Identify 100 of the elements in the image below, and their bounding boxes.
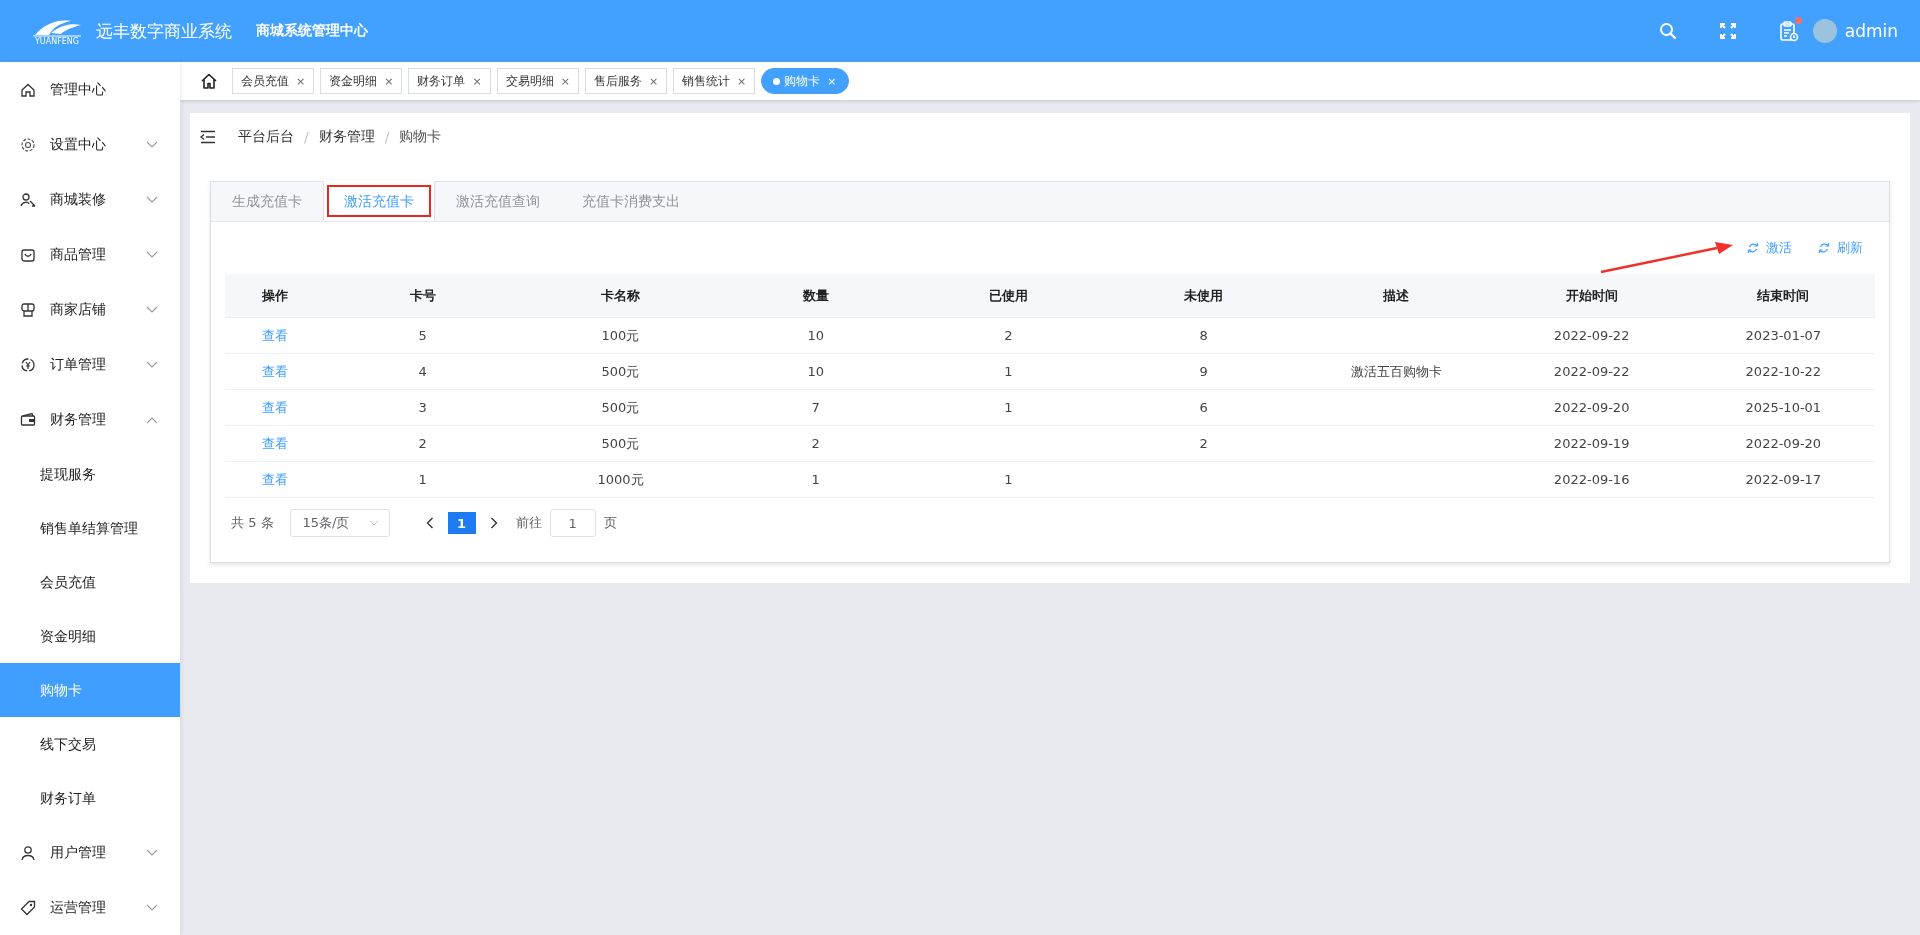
table-cell: 1 [1004, 400, 1013, 415]
table-cell: 1 [418, 472, 427, 487]
sidebar-subitem[interactable]: 会员充值 [0, 555, 180, 609]
sidebar-subitem[interactable]: 线下交易 [0, 717, 180, 771]
fullscreen-icon[interactable] [1718, 22, 1737, 40]
page-suffix: 页 [603, 514, 617, 532]
clipboard-icon[interactable] [1778, 20, 1799, 42]
refresh-icon [1747, 242, 1759, 254]
table-cell: 2022-09-20 [1553, 400, 1630, 415]
table-cell: 10 [807, 328, 824, 343]
page-tag[interactable]: 会员充值 × [232, 68, 315, 94]
page-tag[interactable]: 资金明细 × [320, 68, 403, 94]
close-icon[interactable]: × [648, 74, 659, 88]
previous-page-icon[interactable] [425, 517, 434, 529]
page-size-select[interactable]: 15条/页 [289, 509, 390, 537]
table-cell: 2022-09-17 [1745, 472, 1822, 487]
column-header: 数量 [801, 286, 830, 305]
app-title: 远丰数字商业系统 [96, 19, 232, 43]
table-cell: 2022-10-22 [1745, 364, 1822, 379]
breadcrumb-item: 购物卡 [399, 128, 442, 146]
menu-item-icon [20, 246, 36, 263]
total-count: 共 5 条 [231, 514, 274, 532]
table-cell: 10 [807, 364, 824, 379]
sidebar-item[interactable]: 订单管理 [0, 337, 180, 392]
table-cell: 9 [1199, 364, 1208, 379]
sidebar-item[interactable]: 用户管理 [0, 825, 180, 880]
column-header: 结束时间 [1756, 286, 1811, 305]
breadcrumb-separator: / [384, 129, 390, 145]
table-cell: 500元 [601, 435, 640, 451]
sidebar-subitem[interactable]: 销售单结算管理 [0, 501, 180, 555]
table-cell: 500元 [601, 399, 640, 415]
menu-item-icon [20, 301, 36, 318]
table-cell: 1 [1004, 472, 1013, 487]
breadcrumb-item[interactable]: 财务管理 [318, 128, 375, 146]
table-cell: 5 [418, 328, 427, 343]
app-subtitle: 商城系统管理中心 [256, 22, 368, 40]
sidebar-item[interactable]: 设置中心 [0, 117, 180, 172]
menu-item-icon [20, 844, 36, 861]
column-header: 描述 [1382, 286, 1411, 305]
table-cell: 激活五百购物卡 [1350, 363, 1442, 379]
menu-item-icon [20, 136, 36, 153]
sidebar-item[interactable]: 管理中心 [0, 62, 180, 117]
refresh-icon [1818, 242, 1830, 254]
menu-item-icon [20, 81, 36, 98]
table-cell: 2022-09-22 [1553, 364, 1630, 379]
sidebar-subitem[interactable]: 资金明细 [0, 609, 180, 663]
table-cell: 2 [418, 436, 427, 451]
table-cell: 8 [1199, 328, 1208, 343]
page-tag[interactable]: 售后服务 × [584, 68, 668, 94]
breadcrumb-item[interactable]: 平台后台 [238, 128, 294, 146]
page-tag[interactable]: 销售统计 × [673, 68, 756, 94]
menu-item-icon [20, 191, 36, 208]
column-header: 卡号 [408, 286, 437, 305]
menu-item-icon [20, 356, 36, 373]
table-cell: 2022-09-20 [1745, 436, 1822, 451]
table-cell: 500元 [601, 363, 640, 379]
page-input[interactable]: 1 [549, 509, 596, 537]
table-cell: 7 [811, 400, 820, 415]
table-cell: 3 [418, 400, 427, 415]
table-cell: 2022-09-16 [1553, 472, 1630, 487]
active-dot-icon [773, 77, 781, 85]
page-tag[interactable]: 财务订单 × [408, 68, 491, 94]
close-icon[interactable]: × [560, 74, 570, 88]
close-icon[interactable]: × [737, 74, 747, 88]
table-cell: 1 [1004, 364, 1013, 379]
sidebar-item[interactable]: 商家店铺 [0, 282, 180, 337]
close-icon[interactable]: × [384, 74, 394, 88]
table-cell: 1000元 [597, 471, 644, 487]
sidebar-item[interactable]: 运营管理 [0, 880, 180, 935]
sidebar-item[interactable]: 商城装修 [0, 172, 180, 227]
breadcrumb-separator: / [304, 129, 309, 145]
table-cell: 6 [1199, 400, 1208, 415]
close-icon[interactable]: × [472, 74, 482, 88]
table-cell: 2 [811, 436, 820, 451]
sidebar-subitem[interactable]: 财务订单 [0, 771, 180, 825]
menu-item-icon [20, 899, 36, 916]
column-header: 操作 [261, 286, 290, 305]
caret-icon [368, 520, 379, 526]
page-number[interactable]: 1 [447, 512, 476, 534]
table-cell: 4 [418, 364, 427, 379]
close-icon[interactable]: × [296, 74, 306, 88]
table-cell: 2022-09-22 [1553, 328, 1630, 343]
home-icon[interactable] [200, 72, 218, 90]
column-header: 已使用 [987, 286, 1029, 305]
search-icon[interactable] [1658, 22, 1677, 40]
column-header: 开始时间 [1564, 286, 1619, 305]
menu-item-icon [20, 411, 36, 428]
sidebar-item[interactable]: 商品管理 [0, 227, 180, 282]
sidebar-item[interactable]: 财务管理 [0, 392, 180, 447]
collapse-menu-icon[interactable] [200, 130, 216, 144]
table-cell: 2023-01-07 [1745, 328, 1822, 343]
table-cell: 100元 [601, 327, 640, 343]
next-page-icon[interactable] [489, 517, 498, 529]
sidebar-subitem[interactable]: 提现服务 [0, 447, 180, 501]
page-tag[interactable]: 交易明细 × [496, 68, 579, 94]
table-cell: 2022-09-19 [1553, 436, 1630, 451]
logo-caption: YUANFENG [34, 36, 79, 46]
table-cell: 2025-10-01 [1745, 400, 1822, 415]
table-cell: 2 [1004, 328, 1013, 343]
table-cell: 1 [811, 472, 820, 487]
